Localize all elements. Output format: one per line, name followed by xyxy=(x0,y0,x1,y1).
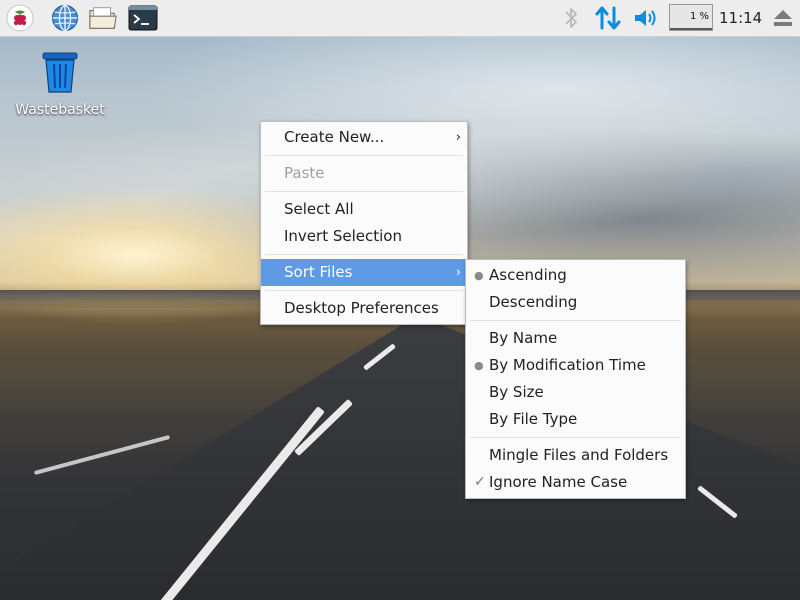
menu-separator xyxy=(265,155,463,156)
wastebasket-desktop-icon[interactable]: Wastebasket xyxy=(10,50,110,118)
menu-separator xyxy=(265,290,463,291)
check-icon: ✓ xyxy=(474,474,486,490)
menu-item-label: By Size xyxy=(489,383,544,401)
menu-item-label: Paste xyxy=(284,164,325,182)
bluetooth-icon[interactable] xyxy=(556,3,586,33)
menu-item-label: Desktop Preferences xyxy=(284,299,439,317)
menu-item-label: Create New... xyxy=(284,128,385,146)
cpu-usage-bar xyxy=(670,28,712,30)
cpu-usage-monitor[interactable]: 1 % xyxy=(669,4,713,31)
sort-by-file-type[interactable]: By File Type xyxy=(466,406,685,433)
menu-item-label: Descending xyxy=(489,293,578,311)
sort-by-size[interactable]: By Size xyxy=(466,379,685,406)
menu-separator xyxy=(470,437,681,438)
radio-selected-icon: ● xyxy=(474,359,484,372)
network-transfer-icon[interactable] xyxy=(593,3,623,33)
chevron-right-icon: › xyxy=(455,130,461,145)
radio-selected-icon: ● xyxy=(474,269,484,282)
sort-by-modification-time[interactable]: ● By Modification Time xyxy=(466,352,685,379)
chevron-right-icon: › xyxy=(455,265,461,280)
taskbar: 1 % 11:14 xyxy=(0,0,800,37)
menu-separator xyxy=(470,320,681,321)
wastebasket-icon xyxy=(42,52,78,93)
menu-item-label: Ignore Name Case xyxy=(489,473,628,491)
menu-item-sort-files[interactable]: Sort Files › xyxy=(261,259,467,286)
menu-item-label: Mingle Files and Folders xyxy=(489,446,669,464)
raspberry-menu-icon[interactable] xyxy=(5,3,35,33)
wastebasket-label: Wastebasket xyxy=(15,102,105,118)
terminal-icon[interactable] xyxy=(128,3,158,33)
ignore-name-case[interactable]: ✓ Ignore Name Case xyxy=(466,469,685,496)
menu-separator xyxy=(265,191,463,192)
sort-files-submenu: ● Ascending Descending By Name ● By Modi… xyxy=(465,259,686,499)
eject-icon[interactable] xyxy=(768,3,798,33)
menu-item-label: Select All xyxy=(284,200,354,218)
menu-item-label: Ascending xyxy=(489,266,567,284)
menu-item-invert-selection[interactable]: Invert Selection xyxy=(261,223,467,250)
menu-separator xyxy=(265,254,463,255)
web-browser-icon[interactable] xyxy=(50,3,80,33)
cpu-usage-text: 1 % xyxy=(689,11,709,22)
menu-item-label: Invert Selection xyxy=(284,227,402,245)
sort-ascending[interactable]: ● Ascending xyxy=(466,262,685,289)
volume-icon[interactable] xyxy=(631,3,661,33)
menu-item-label: By Name xyxy=(489,329,558,347)
menu-item-label: By File Type xyxy=(489,410,578,428)
mingle-files-and-folders[interactable]: Mingle Files and Folders xyxy=(466,442,685,469)
sort-by-name[interactable]: By Name xyxy=(466,325,685,352)
file-manager-icon[interactable] xyxy=(88,3,118,33)
desktop-context-menu: Create New... › Paste Select All Invert … xyxy=(260,121,468,325)
menu-item-select-all[interactable]: Select All xyxy=(261,196,467,223)
menu-item-create-new[interactable]: Create New... › xyxy=(261,124,467,151)
menu-item-label: By Modification Time xyxy=(489,356,646,374)
clock[interactable]: 11:14 xyxy=(719,0,762,36)
menu-item-label: Sort Files xyxy=(284,263,353,281)
menu-item-desktop-preferences[interactable]: Desktop Preferences xyxy=(261,295,467,322)
sort-descending[interactable]: Descending xyxy=(466,289,685,316)
menu-item-paste: Paste xyxy=(261,160,467,187)
